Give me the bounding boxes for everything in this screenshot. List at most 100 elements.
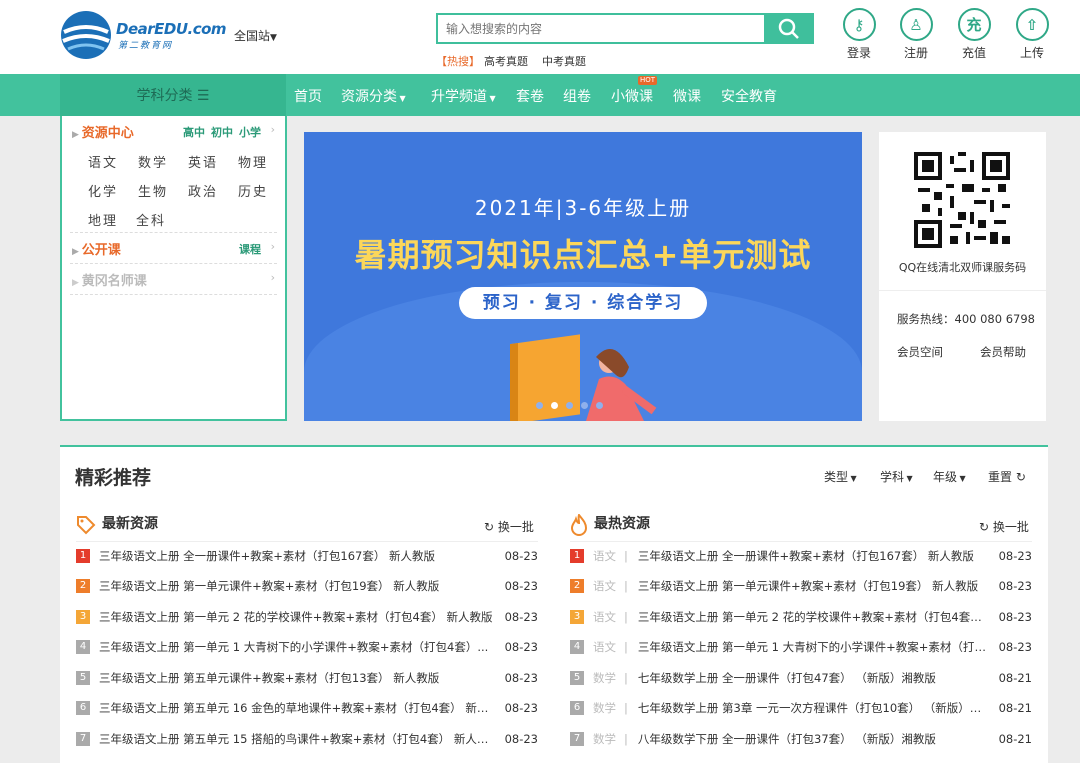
filter-grade[interactable]: 年级 ▼ [933, 468, 966, 485]
nav-safety-education[interactable]: 安全教育 [721, 86, 777, 106]
item-date: 08-23 [998, 640, 1032, 654]
list-item[interactable]: 2 三年级语文上册 第一单元课件+教案+素材（打包19套） 新人教版 08-23 [76, 571, 538, 601]
carousel-dot[interactable] [581, 402, 588, 409]
open-course-row[interactable]: ▶ 公开课 课程 › [72, 239, 277, 258]
list-item[interactable]: 1 三年级语文上册 全一册课件+教案+素材（打包167套） 新人教版 08-23 [76, 541, 538, 571]
upload-button[interactable]: ⇧ 上传 [1011, 8, 1053, 61]
swap-label: 换一批 [497, 520, 534, 534]
filter-subject[interactable]: 学科 ▼ [880, 468, 913, 485]
list-item[interactable]: 7 数学 | 八年级数学下册 全一册课件（打包37套） （新版）湘教版 08-21 [570, 724, 1032, 754]
search-input[interactable] [446, 20, 756, 38]
recommend-section: 精彩推荐 类型 ▼ 学科 ▼ 年级 ▼ 重置 ↻ 最新资源 ↻ 换一批 1 三年级… [60, 445, 1048, 763]
swap-label: 换一批 [992, 520, 1029, 534]
level-link[interactable]: 初中 [211, 126, 233, 139]
login-button[interactable]: ⚷ 登录 [838, 8, 880, 61]
rank-badge: 7 [76, 732, 90, 746]
list-item[interactable]: 6 三年级语文上册 第五单元 16 金色的草地课件+教案+素材（打包4套） 新人.… [76, 693, 538, 723]
carousel-dot[interactable] [596, 402, 603, 409]
nav-resource-category[interactable]: 资源分类 ▼ [341, 86, 406, 106]
resource-center-row[interactable]: ▶ 资源中心 高中 初中 小学 › [72, 122, 277, 141]
rank-badge: 6 [570, 701, 584, 715]
nav-micro-course[interactable]: 微课 [673, 86, 701, 106]
subject-category-button[interactable]: 学科分类 ☰ [60, 74, 286, 116]
pipe-separator: | [624, 671, 628, 685]
subject-link[interactable]: 语文 [88, 152, 118, 171]
hot-search-link[interactable]: 中考真题 [542, 55, 586, 68]
item-date: 08-21 [998, 732, 1032, 746]
carousel-dot[interactable] [566, 402, 573, 409]
subject-link[interactable]: 历史 [238, 181, 268, 200]
search-icon [778, 18, 799, 39]
logo-icon[interactable] [60, 10, 112, 60]
level-link[interactable]: 小学 [239, 126, 261, 139]
list-item[interactable]: 5 三年级语文上册 第五单元课件+教案+素材（打包13套） 新人教版 08-23 [76, 663, 538, 693]
rank-badge: 2 [570, 579, 584, 593]
subject-link[interactable]: 物理 [238, 152, 268, 171]
latest-swap-button[interactable]: ↻ 换一批 [484, 518, 534, 535]
subject-tag: 语文 [593, 610, 616, 624]
filter-type[interactable]: 类型 ▼ [824, 468, 857, 485]
item-date: 08-23 [998, 610, 1032, 624]
item-title: 八年级数学下册 全一册课件（打包37套） （新版）湘教版 [637, 732, 936, 746]
subject-link[interactable]: 地理 [88, 210, 118, 229]
list-item[interactable]: 3 语文 | 三年级语文上册 第一单元 2 花的学校课件+教案+素材（打包4套） ..… [570, 602, 1032, 632]
subject-link[interactable]: 全科 [136, 210, 166, 229]
carousel-dot-active[interactable] [551, 402, 558, 409]
banner-year-line: 2021年|3-6年级上册 [474, 196, 692, 220]
fire-icon [570, 514, 588, 536]
list-item[interactable]: 6 数学 | 七年级数学上册 第3章 一元一次方程课件（打包10套） （新版）湘...… [570, 693, 1032, 723]
list-item[interactable]: 4 语文 | 三年级语文上册 第一单元 1 大青树下的小学课件+教案+素材（打包...… [570, 632, 1032, 662]
refresh-icon: ↻ [979, 520, 993, 534]
region-selector[interactable]: 全国站▼ [234, 27, 277, 44]
section-title: 精彩推荐 [75, 467, 152, 489]
nav-test-papers[interactable]: 套卷 [516, 86, 544, 106]
subject-link[interactable]: 生物 [138, 181, 168, 200]
pipe-separator: | [624, 579, 628, 593]
item-title: 三年级语文上册 第一单元课件+教案+素材（打包19套） 新人教版 [99, 579, 440, 593]
open-course-sub[interactable]: 课程 [239, 241, 261, 257]
subject-link[interactable]: 数学 [138, 152, 168, 171]
subject-link[interactable]: 英语 [188, 152, 218, 171]
chevron-right-icon: › [270, 271, 275, 284]
item-title: 三年级语文上册 第一单元课件+教案+素材（打包19套） 新人教版 [637, 579, 979, 593]
list-item[interactable]: 7 三年级语文上册 第五单元 15 搭船的鸟课件+教案+素材（打包4套） 新人教版… [76, 724, 538, 754]
search-button[interactable] [764, 13, 814, 44]
recharge-icon: 充 [957, 8, 991, 41]
caret-right-icon: ▶ [72, 278, 82, 288]
list-item[interactable]: 3 三年级语文上册 第一单元 2 花的学校课件+教案+素材（打包4套） 新人教版 0… [76, 602, 538, 632]
item-date: 08-23 [504, 610, 538, 624]
member-space-link[interactable]: 会员空间 [897, 344, 943, 360]
recharge-button[interactable]: 充 充值 [953, 8, 995, 61]
list-item[interactable]: 4 三年级语文上册 第一单元 1 大青树下的小学课件+教案+素材（打包4套）...… [76, 632, 538, 662]
carousel-dots [536, 402, 603, 409]
hottest-swap-button[interactable]: ↻ 换一批 [979, 518, 1029, 535]
nav-admission[interactable]: 升学频道 ▼ [431, 86, 496, 106]
level-link[interactable]: 高中 [183, 126, 205, 139]
item-date: 08-23 [504, 640, 538, 654]
subject-link[interactable]: 政治 [188, 181, 218, 200]
caret-down-icon: ▼ [904, 474, 913, 483]
subject-tag: 语文 [593, 579, 616, 593]
nav-mini-course[interactable]: 小微课 HOT [611, 76, 657, 106]
logo-text[interactable]: DearEDU.com [116, 20, 227, 38]
caret-down-icon: ▼ [957, 474, 966, 483]
divider [70, 232, 277, 233]
caret-right-icon: ▶ [72, 130, 82, 140]
hot-search-link[interactable]: 高考真题 [484, 55, 528, 68]
register-button[interactable]: ♙ 注册 [895, 8, 937, 61]
list-item[interactable]: 1 语文 | 三年级语文上册 全一册课件+教案+素材（打包167套） 新人教版 08-2… [570, 541, 1032, 571]
filter-label: 类型 [824, 470, 849, 484]
member-help-link[interactable]: 会员帮助 [980, 344, 1026, 360]
promo-banner[interactable]: 2021年|3-6年级上册 暑期预习知识点汇总+单元测试 预习 · 复习 · 综… [304, 132, 862, 421]
upload-label: 上传 [1019, 46, 1044, 60]
nav-home[interactable]: 首页 [294, 86, 322, 106]
refresh-icon: ↻ [1012, 470, 1026, 484]
subject-link[interactable]: 化学 [88, 181, 118, 200]
hot-badge: HOT [637, 76, 657, 85]
carousel-dot[interactable] [536, 402, 543, 409]
famous-teacher-row[interactable]: ▶ 黄冈名师课 › [72, 270, 277, 289]
nav-compose-paper[interactable]: 组卷 [563, 86, 591, 106]
list-item[interactable]: 2 语文 | 三年级语文上册 第一单元课件+教案+素材（打包19套） 新人教版 08-2… [570, 571, 1032, 601]
reset-button[interactable]: 重置 ↻ [988, 468, 1026, 485]
list-item[interactable]: 5 数学 | 七年级数学上册 全一册课件（打包47套） （新版）湘教版 08-21 [570, 663, 1032, 693]
